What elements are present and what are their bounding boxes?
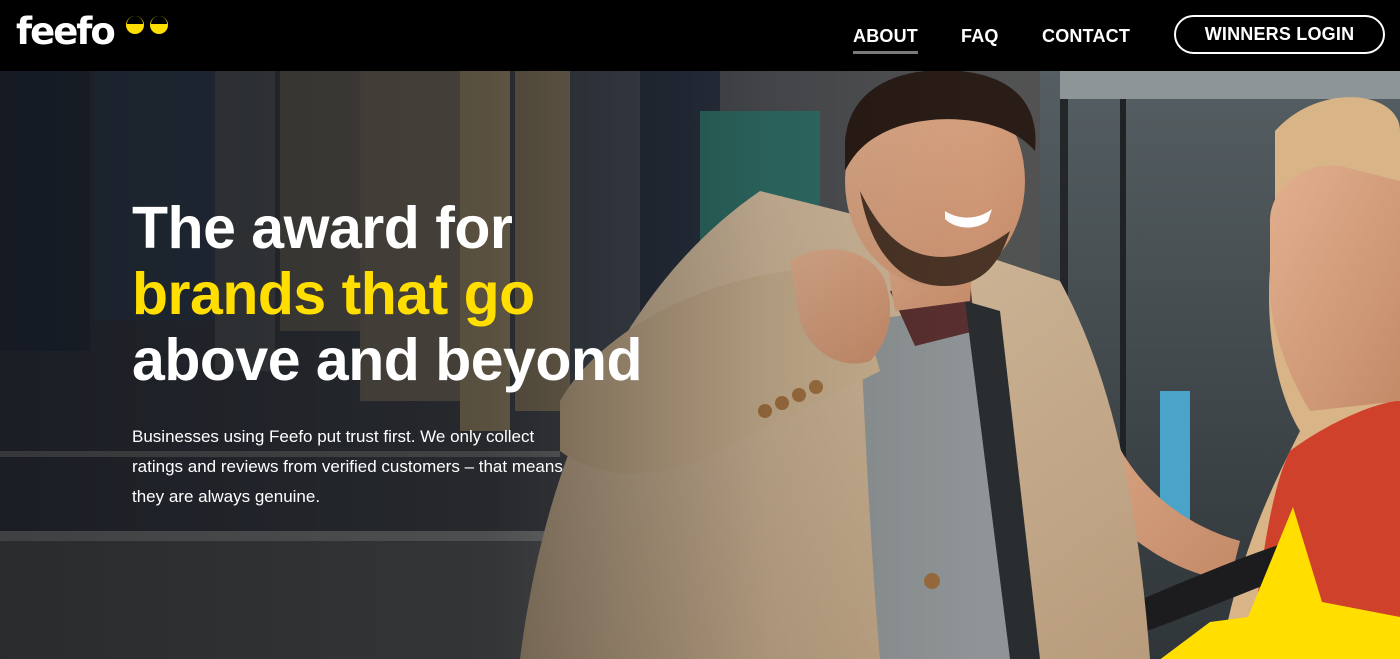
top-navbar: feefo ABOUT FAQ CONTACT WINNERS LOGIN: [0, 0, 1400, 71]
hero-description: Businesses using Feefo put trust first. …: [132, 427, 563, 506]
headline-line-3: above and beyond: [132, 327, 642, 393]
hero-section: The award for brands that go above and b…: [0, 71, 1400, 659]
nav-item-contact[interactable]: CONTACT: [1042, 25, 1130, 47]
headline-line-2-highlight: brands that go: [132, 261, 535, 327]
headline-line-1: The award for: [132, 195, 513, 261]
hero-headline: The award for brands that go above and b…: [132, 195, 752, 393]
winners-login-button[interactable]: WINNERS LOGIN: [1174, 15, 1385, 54]
yellow-star-icon: [1160, 507, 1400, 659]
nav-item-faq[interactable]: FAQ: [961, 25, 999, 47]
nav-item-about[interactable]: ABOUT: [853, 25, 918, 54]
